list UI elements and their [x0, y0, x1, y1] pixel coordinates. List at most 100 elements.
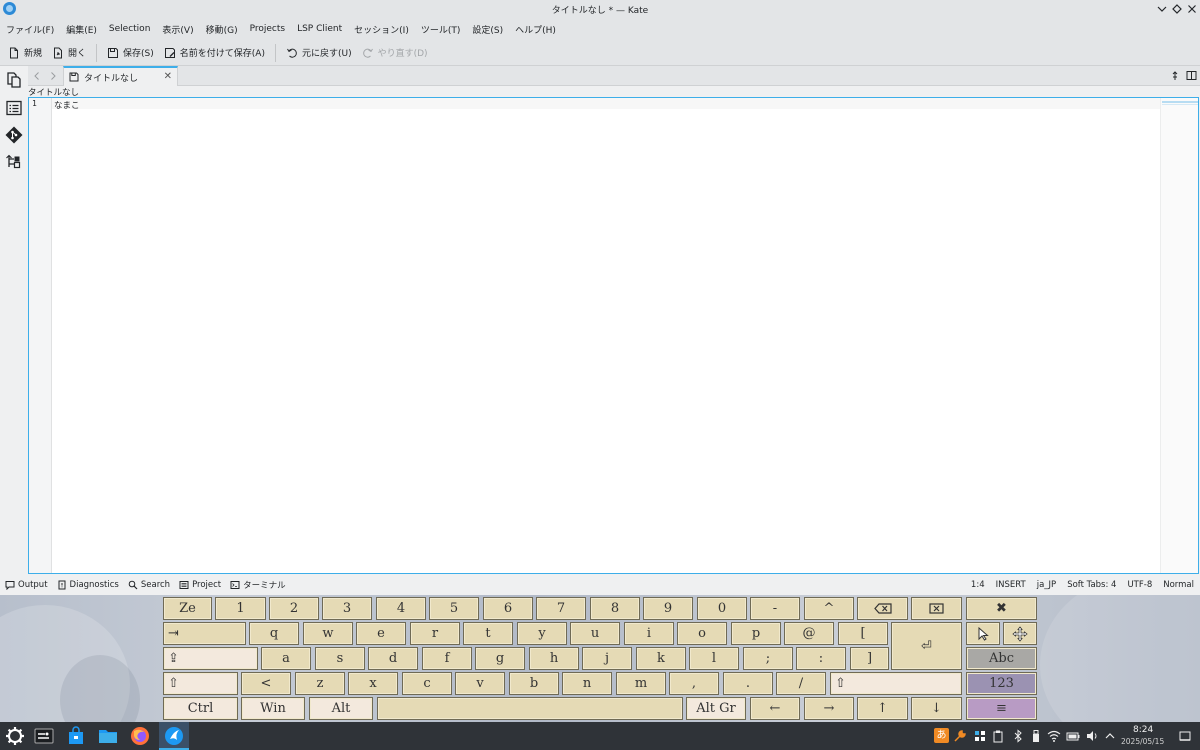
key-arrow-left[interactable]: ← [750, 697, 800, 720]
cursor-position[interactable]: 1:4 [971, 580, 985, 590]
key-backspace[interactable] [857, 597, 908, 620]
file-manager-icon[interactable] [97, 725, 119, 747]
diagnostics-tool-button[interactable]: Diagnostics [57, 580, 119, 590]
system-settings-icon[interactable] [33, 725, 55, 747]
key-ze[interactable]: Ze [163, 597, 212, 620]
clipboard-icon[interactable] [991, 729, 1005, 743]
project-tree-icon[interactable] [5, 153, 23, 171]
key-h[interactable]: h [529, 647, 579, 670]
key-p[interactable]: p [731, 622, 781, 645]
undo-button[interactable]: 元に戻す(U) [286, 46, 352, 59]
menu-lsp-client[interactable]: LSP Client [297, 24, 342, 34]
forward-arrow-icon[interactable] [48, 71, 58, 81]
key-move-keyboard[interactable] [1003, 622, 1037, 645]
dictionary-language[interactable]: ja_JP [1037, 580, 1056, 590]
tab-untitled[interactable]: タイトルなし ✕ [63, 66, 178, 86]
menu-tools[interactable]: ツール(T) [421, 23, 461, 36]
key-o[interactable]: o [677, 622, 727, 645]
key-b[interactable]: b [509, 672, 559, 695]
key-alt[interactable]: Alt [309, 697, 373, 720]
key-8[interactable]: 8 [590, 597, 640, 620]
redo-button[interactable]: やり直す(D) [362, 46, 428, 59]
key-a[interactable]: a [261, 647, 311, 670]
key-arrow-up[interactable]: ↑ [857, 697, 908, 720]
key-caps-lock[interactable]: ⇪ [163, 647, 258, 670]
clock-time[interactable]: 8:24 [1133, 725, 1153, 735]
minimize-icon[interactable] [1155, 2, 1169, 16]
apps-tray-icon[interactable] [973, 729, 987, 743]
discover-store-icon[interactable] [65, 725, 87, 747]
key-pointer-mode[interactable] [966, 622, 1000, 645]
ime-indicator[interactable]: あ [934, 728, 949, 743]
key-right-shift[interactable]: ⇧ [830, 672, 962, 695]
documents-icon[interactable] [5, 71, 23, 89]
key-4[interactable]: 4 [376, 597, 426, 620]
bluetooth-icon[interactable] [1011, 729, 1025, 743]
menu-edit[interactable]: 編集(E) [66, 23, 97, 36]
tools-tray-icon[interactable] [953, 729, 967, 743]
menu-projects[interactable]: Projects [250, 24, 285, 34]
taskbar-kate-active[interactable] [159, 722, 189, 750]
key-keyboard-menu[interactable]: ≡ [966, 697, 1037, 720]
pin-icon[interactable] [1170, 71, 1180, 81]
editor-text-line[interactable]: なまこ [54, 99, 80, 111]
back-arrow-icon[interactable] [32, 71, 42, 81]
usb-device-icon[interactable] [1029, 729, 1043, 743]
key-enter[interactable]: ⏎ [891, 622, 962, 670]
key-v[interactable]: v [455, 672, 505, 695]
edit-mode[interactable]: INSERT [996, 580, 1026, 590]
git-icon[interactable] [5, 126, 23, 144]
key-7[interactable]: 7 [536, 597, 586, 620]
key-6[interactable]: 6 [483, 597, 533, 620]
key-0[interactable]: 0 [697, 597, 747, 620]
key-open-bracket[interactable]: [ [838, 622, 888, 645]
output-tool-button[interactable]: Output [5, 580, 48, 590]
key-g[interactable]: g [475, 647, 525, 670]
menu-view[interactable]: 表示(V) [162, 23, 193, 36]
key-caret[interactable]: ^ [804, 597, 854, 620]
key-j[interactable]: j [582, 647, 632, 670]
show-desktop-icon[interactable] [1178, 729, 1192, 743]
key-2[interactable]: 2 [269, 597, 319, 620]
key-d[interactable]: d [368, 647, 418, 670]
menu-help[interactable]: ヘルプ(H) [515, 23, 556, 36]
volume-icon[interactable] [1085, 729, 1099, 743]
expand-tray-icon[interactable] [1103, 729, 1117, 743]
menu-file[interactable]: ファイル(F) [6, 23, 54, 36]
encoding[interactable]: UTF-8 [1127, 580, 1152, 590]
key-delete[interactable] [911, 597, 962, 620]
key-f[interactable]: f [422, 647, 472, 670]
key-w[interactable]: w [303, 622, 353, 645]
key-abc-layout[interactable]: Abc [966, 647, 1037, 670]
key-left-shift[interactable]: ⇧ [163, 672, 238, 695]
split-view-icon[interactable] [1186, 70, 1197, 81]
key-n[interactable]: n [562, 672, 612, 695]
key-c[interactable]: c [402, 672, 452, 695]
text-editor[interactable]: 1 なまこ [28, 97, 1199, 574]
key-close-bracket[interactable]: ] [850, 647, 889, 670]
key-5[interactable]: 5 [429, 597, 479, 620]
minimap-scrollbar[interactable] [1160, 98, 1198, 573]
breadcrumb[interactable]: タイトルなし [28, 86, 79, 98]
terminal-tool-button[interactable]: ターミナル [230, 579, 286, 591]
key-u[interactable]: u [570, 622, 620, 645]
maximize-icon[interactable] [1170, 2, 1184, 16]
key-q[interactable]: q [249, 622, 299, 645]
wifi-icon[interactable] [1047, 729, 1061, 743]
key-colon[interactable]: : [796, 647, 846, 670]
key-s[interactable]: s [315, 647, 365, 670]
clock-date[interactable]: 2025/05/15 [1121, 737, 1164, 746]
key-3[interactable]: 3 [322, 597, 372, 620]
key-e[interactable]: e [356, 622, 406, 645]
key-i[interactable]: i [624, 622, 674, 645]
key-y[interactable]: y [517, 622, 567, 645]
menu-settings[interactable]: 設定(S) [472, 23, 503, 36]
battery-icon[interactable] [1066, 729, 1080, 743]
key-ctrl[interactable]: Ctrl [163, 697, 238, 720]
open-button[interactable]: 開く [52, 46, 86, 59]
key-less-than[interactable]: < [241, 672, 291, 695]
save-as-button[interactable]: 名前を付けて保存(A) [164, 46, 265, 59]
key-l[interactable]: l [689, 647, 739, 670]
key-9[interactable]: 9 [643, 597, 693, 620]
key-win[interactable]: Win [241, 697, 305, 720]
